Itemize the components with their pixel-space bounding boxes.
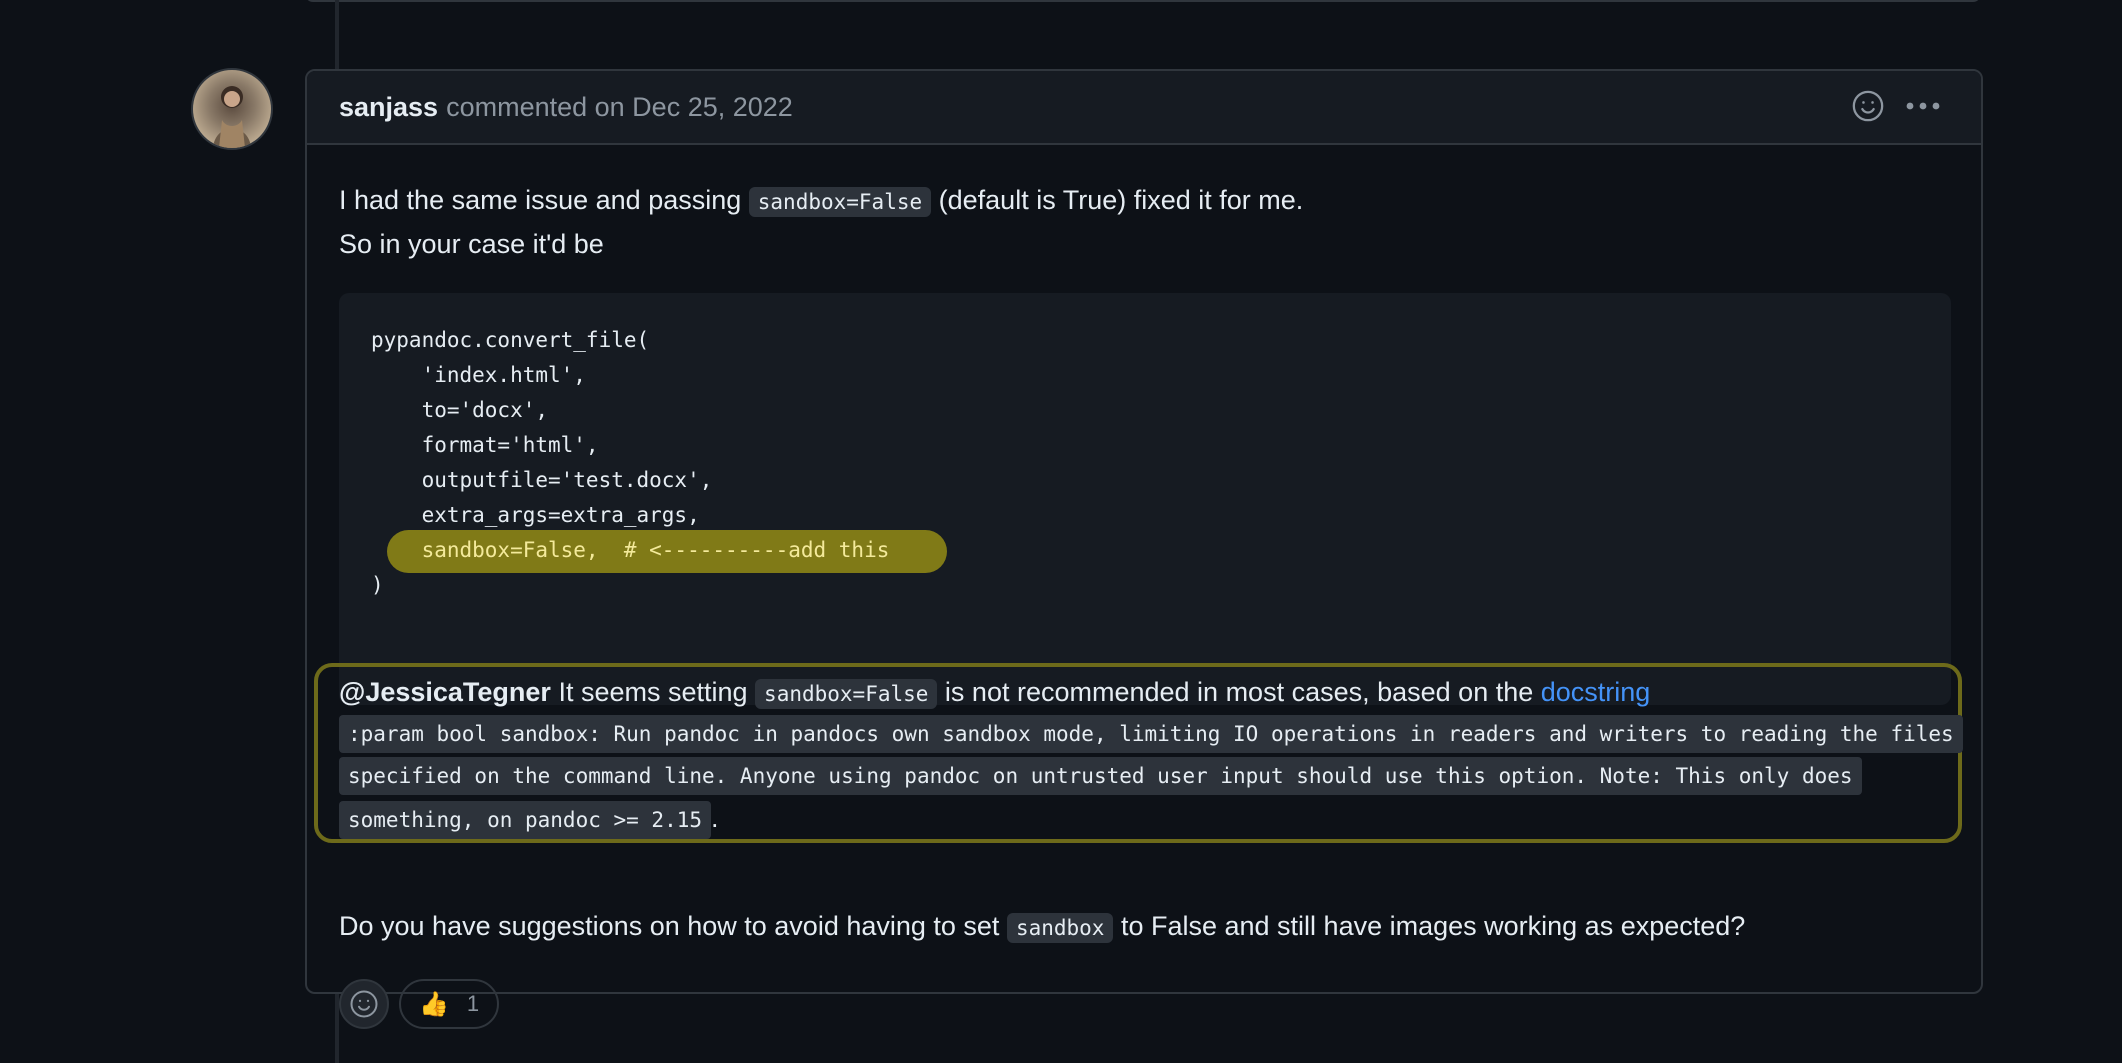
docstring-end: . xyxy=(711,803,719,833)
previous-comment-box xyxy=(305,0,1981,2)
comment-timestamp[interactable]: commented on Dec 25, 2022 xyxy=(446,92,793,123)
smiley-icon xyxy=(350,990,378,1018)
reaction-count: 1 xyxy=(466,991,480,1016)
add-reaction-button[interactable] xyxy=(339,979,389,1029)
user-mention[interactable]: @JessicaTegner xyxy=(339,677,551,707)
kebab-horizontal-icon[interactable] xyxy=(1905,101,1941,111)
para2-text: It seems setting xyxy=(550,677,756,707)
code-line: outputfile='test.docx', xyxy=(371,468,713,492)
para3-text: Do you have suggestions on how to avoid … xyxy=(339,911,1007,941)
docstring-link[interactable]: docstring xyxy=(1541,677,1651,707)
comment-header: sanjass commented on Dec 25, 2022 xyxy=(307,71,1981,145)
code-line: extra_args=extra_args, xyxy=(371,503,700,527)
code-line: to='docx', xyxy=(371,398,549,422)
para1-line1: I had the same issue and passing sandbox… xyxy=(339,179,1951,223)
docstring-code: :param bool sandbox: Run pandoc in pando… xyxy=(339,715,1963,839)
para3-text-after: to False and still have images working a… xyxy=(1113,911,1746,941)
code-line: pypandoc.convert_file( xyxy=(371,328,650,352)
para1-line2: So in your case it'd be xyxy=(339,229,604,259)
para1-text: I had the same issue and passing xyxy=(339,185,749,215)
comment-actions xyxy=(1851,89,1941,123)
comment-author[interactable]: sanjass xyxy=(339,92,438,123)
reactions-bar: 👍 1 xyxy=(339,979,500,1029)
avatar[interactable] xyxy=(191,68,273,150)
comment-body-para1: I had the same issue and passing sandbox… xyxy=(339,179,1951,265)
code-block[interactable]: pypandoc.convert_file( 'index.html', to=… xyxy=(339,293,1951,705)
code-line: 'index.html', xyxy=(371,363,586,387)
docstring-quote: :param bool sandbox: Run pandoc in pando… xyxy=(339,713,1963,841)
inline-code: sandbox xyxy=(1006,913,1114,943)
comment-body-para2: @JessicaTegner It seems setting sandbox=… xyxy=(339,671,1959,715)
para2-text-after: is not recommended in most cases, based … xyxy=(937,677,1541,707)
para1-text-after: (default is True) fixed it for me. xyxy=(931,185,1304,215)
reaction-thumbs-up-button[interactable]: 👍 1 xyxy=(399,979,500,1029)
code-line: ) xyxy=(371,573,384,597)
avatar-image xyxy=(213,86,251,148)
code-line-highlighted: sandbox=False, # <----------add this xyxy=(371,538,890,562)
comment-body-para3: Do you have suggestions on how to avoid … xyxy=(339,905,1745,949)
inline-code: sandbox=False xyxy=(748,187,932,217)
smiley-icon[interactable] xyxy=(1851,89,1885,123)
timeline-page: sanjass commented on Dec 25, 2022 I had … xyxy=(0,0,2122,1063)
timeline-line xyxy=(335,0,339,70)
code-line: format='html', xyxy=(371,433,599,457)
comment-card: sanjass commented on Dec 25, 2022 I had … xyxy=(305,69,1983,1029)
inline-code: sandbox=False xyxy=(755,679,938,709)
thumbs-up-icon: 👍 xyxy=(419,990,449,1018)
